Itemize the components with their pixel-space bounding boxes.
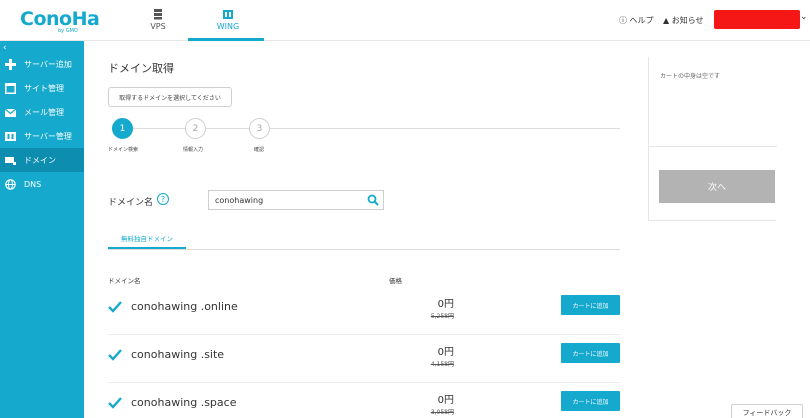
- user-menu-redacted[interactable]: [714, 10, 800, 29]
- cart-empty-text: カートの中身は空です: [660, 73, 721, 80]
- price: 0円: [437, 299, 454, 310]
- step-2-label: 情報入力: [183, 147, 204, 153]
- mail-icon: [5, 108, 16, 117]
- help-link[interactable]: ⓘ ヘルプ: [619, 15, 654, 26]
- sidebar-item-label: メール管理: [24, 107, 64, 117]
- sidebar-item-label: ドメイン: [24, 155, 56, 165]
- step-2: 2: [185, 118, 206, 139]
- plus-icon: [5, 58, 16, 70]
- help-label: ヘルプ: [629, 16, 654, 25]
- notice-link[interactable]: ▲ お知らせ: [663, 15, 704, 26]
- add-to-cart-button[interactable]: カートに追加: [561, 343, 620, 363]
- step-3-label: 確認: [254, 147, 265, 153]
- tab-divider: [108, 249, 620, 250]
- sidebar-item-site[interactable]: サイト管理: [0, 76, 84, 100]
- cart-divider: [649, 146, 777, 147]
- page-title: ドメイン取得: [108, 62, 174, 75]
- sidebar-item-label: サーバー追加: [24, 59, 72, 69]
- next-button[interactable]: 次へ: [659, 170, 775, 203]
- add-to-cart-button[interactable]: カートに追加: [561, 295, 620, 315]
- domain-name: conohawing .online: [131, 300, 238, 313]
- sidebar: ‹ サーバー追加 サイト管理 メール管理 サーバー管理 ドメイン DNS: [0, 41, 84, 418]
- chevron-down-icon[interactable]: ⌄: [800, 12, 808, 22]
- sidebar-item-mail[interactable]: メール管理: [0, 100, 84, 124]
- check-icon: [108, 397, 122, 409]
- logo-text: ConoHa: [20, 8, 100, 30]
- step-3: 3: [249, 118, 270, 139]
- table-row: conohawing .online 0円 5,258円 カートに追加: [108, 287, 620, 335]
- add-to-cart-button[interactable]: カートに追加: [561, 391, 620, 411]
- price: 0円: [437, 347, 454, 358]
- sidebar-item-server-manage[interactable]: サーバー管理: [0, 124, 84, 148]
- domain-name: conohawing .site: [131, 348, 225, 361]
- column-header-price: 価格: [389, 277, 402, 285]
- old-price: 3,058円: [430, 409, 454, 416]
- tab-vps[interactable]: VPS: [128, 0, 188, 41]
- old-price: 5,258円: [430, 313, 454, 320]
- old-price: 4,158円: [430, 361, 454, 368]
- tab-wing-label: WING: [216, 22, 240, 31]
- domain-name: conohawing .space: [131, 396, 237, 409]
- domain-icon: [5, 156, 16, 165]
- sidebar-item-label: サイト管理: [24, 83, 64, 93]
- table-row: conohawing .space 0円 3,058円 カートに追加: [108, 383, 620, 418]
- table-row: conohawing .site 0円 4,158円 カートに追加: [108, 335, 620, 383]
- sidebar-item-server-add[interactable]: サーバー追加: [0, 52, 84, 76]
- help-icon[interactable]: ?: [157, 193, 169, 205]
- step-hint: 取得するドメインを選択してください: [108, 87, 232, 107]
- sidebar-item-domain[interactable]: ドメイン: [0, 148, 84, 172]
- cart-panel: カートの中身は空です 次へ: [648, 57, 777, 221]
- check-icon: [108, 349, 122, 361]
- sidebar-item-label: サーバー管理: [24, 131, 72, 141]
- help-circle-icon: ⓘ: [619, 16, 627, 25]
- sidebar-item-dns[interactable]: DNS: [0, 172, 84, 196]
- sidebar-item-label: DNS: [24, 179, 42, 189]
- bell-icon: ▲: [663, 16, 670, 25]
- server-icon: [154, 9, 162, 20]
- check-icon: [108, 301, 122, 313]
- feedback-button[interactable]: フィードバック: [731, 404, 803, 418]
- domain-search-box: [208, 190, 384, 210]
- tab-free-domain[interactable]: 無料独自ドメイン: [108, 226, 186, 249]
- column-header-name: ドメイン名: [108, 277, 141, 285]
- step-1-label: ドメイン検索: [108, 147, 139, 153]
- domain-name-label: ドメイン名: [108, 198, 154, 208]
- server-icon: [5, 131, 16, 141]
- logo-sub: by GMO: [58, 28, 78, 34]
- wing-icon: [223, 10, 233, 19]
- site-icon: [5, 82, 16, 94]
- notice-label: お知らせ: [671, 16, 704, 25]
- search-icon[interactable]: [367, 194, 379, 206]
- conoha-logo[interactable]: ConoHa by GMO: [20, 8, 100, 35]
- globe-icon: [5, 178, 16, 190]
- tab-wing[interactable]: WING: [188, 0, 264, 41]
- top-bar: ConoHa by GMO VPS WING ⓘ ヘルプ ▲ お知らせ ⌄: [0, 0, 810, 41]
- price: 0円: [437, 395, 454, 406]
- step-1: 1: [112, 118, 133, 139]
- domain-search-input[interactable]: [215, 194, 365, 207]
- tab-vps-label: VPS: [150, 22, 166, 31]
